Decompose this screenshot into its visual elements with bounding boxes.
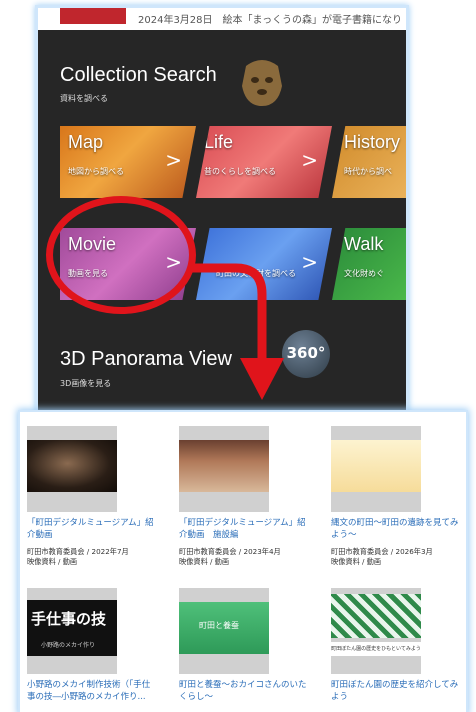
- result-title[interactable]: 町田と養蚕～おカイコさんのいたくらし～: [179, 679, 307, 703]
- video-thumbnail[interactable]: [179, 426, 269, 512]
- thumb-title: 町田と養蚕: [199, 621, 239, 630]
- result-publisher: 町田市教育委員会 / 2023年4月: [179, 547, 281, 556]
- result-title[interactable]: 「町田デジタルミュージアム」紹介動画: [27, 517, 155, 541]
- thumb-title: 手仕事の技: [31, 610, 107, 628]
- video-thumbnail[interactable]: [331, 426, 421, 512]
- result-type: 映像資料 / 動画: [27, 557, 78, 566]
- video-thumbnail[interactable]: 手仕事の技 小野路のメカイ作り: [27, 588, 117, 674]
- results-panel: 「町田デジタルミュージアム」紹介動画 町田市教育委員会 / 2022年7月 映像資…: [20, 412, 466, 712]
- result-title[interactable]: 町田ぼたん園の歴史を紹介してみよう: [331, 679, 459, 703]
- video-thumbnail[interactable]: 町田ぼたん園の歴史をひもといてみよう: [331, 588, 421, 674]
- result-type: 映像資料 / 動画: [179, 557, 230, 566]
- thumb-title: 町田ぼたん園の歴史をひもといてみよう: [331, 642, 421, 656]
- video-thumbnail[interactable]: 町田と養蚕: [179, 588, 269, 674]
- result-title[interactable]: 縄文の町田～町田の遺跡を見てみよう～: [331, 517, 459, 541]
- result-title[interactable]: 小野路のメカイ制作技術（「手仕事の技―小野路のメカイ作り...: [27, 679, 155, 703]
- thumb-subtitle: 小野路のメカイ作り: [41, 642, 96, 649]
- result-publisher: 町田市教育委員会 / 2022年7月: [27, 547, 129, 556]
- result-type: 映像資料 / 動画: [331, 557, 382, 566]
- result-publisher: 町田市教育委員会 / 2026年3月: [331, 547, 433, 556]
- result-title[interactable]: 「町田デジタルミュージアム」紹介動画 施設編: [179, 517, 307, 541]
- video-thumbnail[interactable]: [27, 426, 117, 512]
